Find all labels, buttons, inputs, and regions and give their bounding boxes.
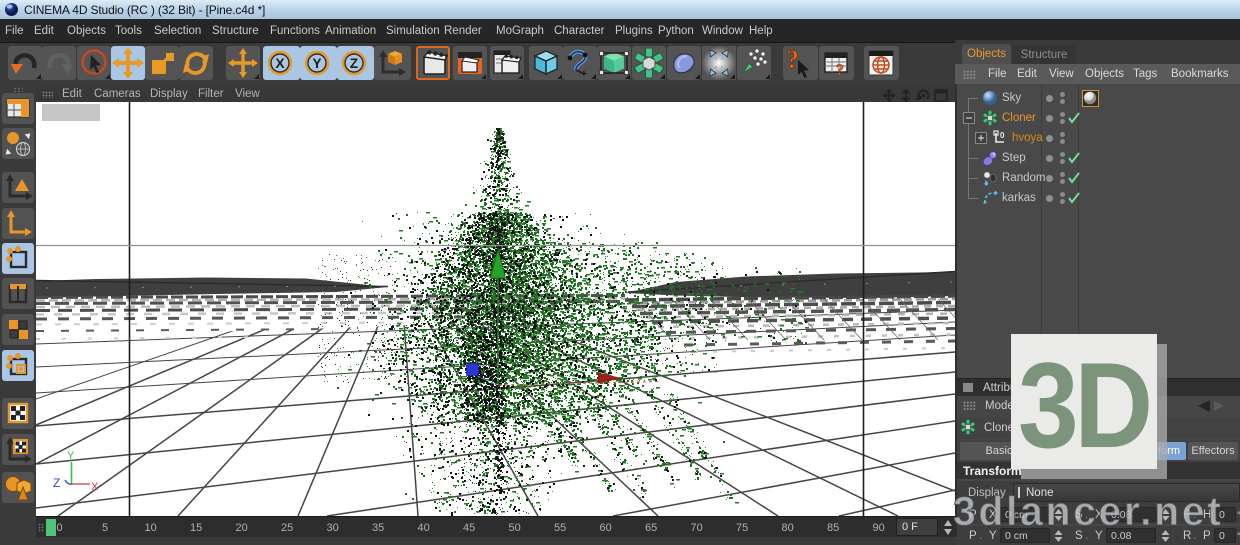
svg-text:X: X <box>91 481 99 493</box>
svg-text:Z: Z <box>350 56 358 71</box>
svg-text:Z: Z <box>53 476 60 490</box>
svg-text:?: ? <box>836 62 844 79</box>
svg-text:?: ? <box>786 46 799 74</box>
svg-text:+: + <box>581 69 587 80</box>
svg-text:0: 0 <box>1000 131 1005 140</box>
svg-text:X: X <box>275 56 284 71</box>
svg-text:Y: Y <box>312 56 321 71</box>
svg-text:Y: Y <box>67 450 75 462</box>
